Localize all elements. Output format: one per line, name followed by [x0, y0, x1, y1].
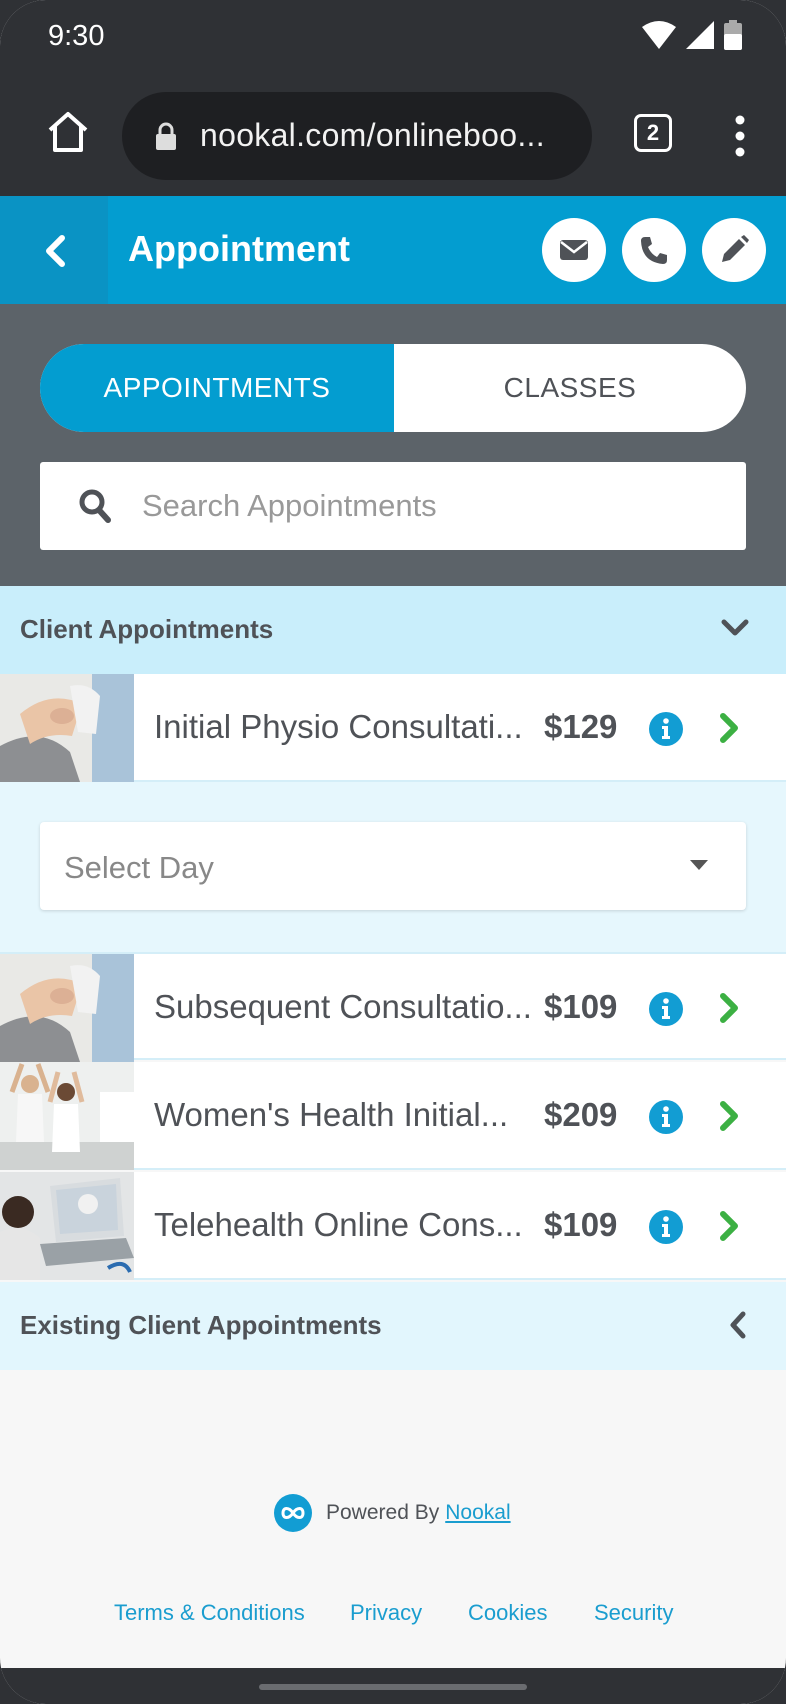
- cellular-signal-icon: [686, 21, 714, 49]
- booking-filter-panel: APPOINTMENTS CLASSES: [0, 304, 786, 586]
- app-header: Appointment: [0, 196, 786, 304]
- browser-toolbar: nookal.com/onlineboo... 2: [0, 78, 786, 196]
- security-link[interactable]: Security: [594, 1600, 673, 1626]
- envelope-icon: [560, 240, 588, 260]
- email-button[interactable]: [542, 218, 606, 282]
- appointment-row[interactable]: Subsequent Consultatio... $109: [0, 952, 786, 1062]
- privacy-link[interactable]: Privacy: [350, 1600, 422, 1626]
- appointment-name: Initial Physio Consultati...: [154, 708, 523, 745]
- pencil-icon: [722, 235, 749, 262]
- chevron-right-icon[interactable]: [718, 1100, 740, 1132]
- section-title: Existing Client Appointments: [20, 1310, 382, 1340]
- search-icon: [79, 489, 111, 523]
- caret-down-icon: [690, 860, 708, 870]
- chevron-right-icon[interactable]: [718, 712, 740, 744]
- appointment-thumbnail: [0, 1172, 134, 1280]
- terms-link[interactable]: Terms & Conditions: [114, 1600, 305, 1626]
- phone-button[interactable]: [622, 218, 686, 282]
- appointment-row[interactable]: Women's Health Initial... $209: [0, 1062, 786, 1170]
- tab-classes[interactable]: CLASSES: [394, 344, 746, 432]
- booking-type-toggle: APPOINTMENTS CLASSES: [40, 344, 746, 432]
- existing-client-appointments-header[interactable]: Existing Client Appointments: [0, 1282, 786, 1370]
- phone-icon: [641, 237, 667, 264]
- back-button[interactable]: [0, 196, 108, 304]
- appointment-row[interactable]: Telehealth Online Cons... $109: [0, 1172, 786, 1280]
- chevron-right-icon[interactable]: [718, 1210, 740, 1242]
- section-title: Client Appointments: [20, 614, 274, 644]
- appointment-thumbnail: [0, 1062, 134, 1170]
- page-title: Appointment: [128, 228, 350, 269]
- nookal-logo-icon: [274, 1494, 312, 1532]
- powered-by-text: Powered By: [326, 1501, 440, 1524]
- appointment-name: Women's Health Initial...: [154, 1096, 509, 1133]
- tab-appointments[interactable]: APPOINTMENTS: [40, 344, 394, 432]
- day-select-panel: Select Day: [0, 782, 786, 952]
- home-icon[interactable]: [44, 108, 92, 156]
- appointment-thumbnail: [0, 674, 134, 782]
- appointment-price: $209: [544, 1096, 618, 1133]
- overflow-menu-icon[interactable]: [730, 114, 750, 158]
- appointment-price: $109: [544, 1206, 618, 1243]
- nookal-link[interactable]: Nookal: [445, 1501, 510, 1525]
- system-nav-bar: [0, 1668, 786, 1704]
- search-input[interactable]: [142, 462, 722, 550]
- appointment-thumbnail: [0, 954, 134, 1062]
- appointment-price: $109: [544, 988, 618, 1025]
- chevron-down-icon: [721, 619, 749, 636]
- info-icon[interactable]: [649, 712, 683, 746]
- wifi-icon: [642, 21, 676, 49]
- chevron-right-icon[interactable]: [718, 992, 740, 1024]
- status-time: 9:30: [48, 20, 105, 52]
- info-icon[interactable]: [649, 1100, 683, 1134]
- select-day-value: Select Day: [64, 850, 214, 885]
- search-box: [40, 462, 746, 550]
- select-day-dropdown[interactable]: Select Day: [40, 822, 746, 910]
- chevron-left-icon: [46, 235, 65, 267]
- url-text: nookal.com/onlineboo...: [200, 117, 545, 153]
- appointment-name: Telehealth Online Cons...: [154, 1206, 523, 1243]
- info-icon[interactable]: [649, 1210, 683, 1244]
- appointment-row[interactable]: Initial Physio Consultati... $129: [0, 674, 786, 782]
- powered-by: Powered By Nookal: [274, 1494, 511, 1532]
- appointment-name: Subsequent Consultatio...: [154, 988, 532, 1025]
- status-bar: 9:30: [0, 0, 786, 78]
- edit-button[interactable]: [702, 218, 766, 282]
- tab-switcher-button[interactable]: 2: [634, 114, 672, 152]
- cookies-link[interactable]: Cookies: [468, 1600, 547, 1626]
- chevron-left-icon: [730, 1311, 746, 1339]
- appointment-price: $129: [544, 708, 618, 745]
- battery-icon: [724, 20, 742, 50]
- client-appointments-header[interactable]: Client Appointments: [0, 586, 786, 674]
- info-icon[interactable]: [649, 992, 683, 1026]
- home-gesture-handle[interactable]: [259, 1684, 527, 1690]
- address-bar[interactable]: nookal.com/onlineboo...: [122, 92, 592, 180]
- lock-icon: [156, 122, 176, 150]
- phone-screen: 9:30 nookal.com/onlineboo... 2 Appointme…: [0, 0, 786, 1704]
- status-icons: [642, 20, 742, 50]
